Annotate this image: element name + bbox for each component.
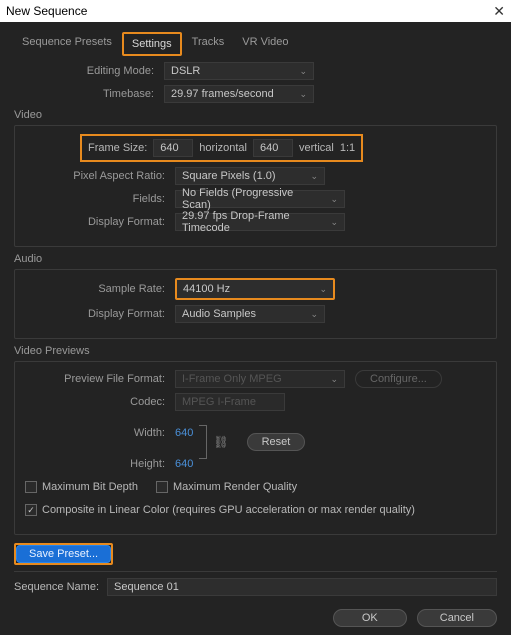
preview-width-input[interactable]: 640 <box>175 427 193 439</box>
preview-format-value: I-Frame Only MPEG <box>182 373 282 385</box>
linear-color-checkbox[interactable]: ✓ Composite in Linear Color (requires GP… <box>25 504 415 516</box>
audio-group: Sample Rate: 44100 Hz ⌄ Display Format: … <box>14 269 497 339</box>
display-format-video-select[interactable]: 29.97 fps Drop-Frame Timecode ⌄ <box>175 213 345 231</box>
label-display-format-a: Display Format: <box>25 308 175 320</box>
chevron-down-icon: ⌄ <box>330 374 338 385</box>
label-codec: Codec: <box>25 396 175 408</box>
frame-width-input[interactable] <box>153 139 193 157</box>
max-bit-depth-label: Maximum Bit Depth <box>42 481 138 493</box>
max-bit-depth-checkbox[interactable]: Maximum Bit Depth <box>25 481 138 493</box>
label-width: Width: <box>25 427 175 439</box>
link-icon[interactable]: ⛓ <box>213 435 228 449</box>
label-timebase: Timebase: <box>14 88 164 100</box>
section-video: Video <box>14 109 497 121</box>
highlight-save-preset: Save Preset... <box>14 543 113 565</box>
par-select[interactable]: Square Pixels (1.0) ⌄ <box>175 167 325 185</box>
chevron-down-icon: ⌄ <box>299 66 307 77</box>
aspect-ratio: 1:1 <box>340 142 355 154</box>
display-format-v-value: 29.97 fps Drop-Frame Timecode <box>182 210 322 234</box>
codec-value: MPEG I-Frame <box>182 396 256 408</box>
dialog-footer: OK Cancel <box>0 601 511 635</box>
timebase-value: 29.97 frames/second <box>171 88 274 100</box>
display-format-audio-select[interactable]: Audio Samples ⌄ <box>175 305 325 323</box>
checkbox-icon <box>25 481 37 493</box>
chevron-down-icon: ⌄ <box>310 309 318 320</box>
label-height: Height: <box>25 458 175 470</box>
tab-tracks[interactable]: Tracks <box>184 32 233 56</box>
chevron-down-icon: ⌄ <box>299 89 307 100</box>
linear-color-label: Composite in Linear Color (requires GPU … <box>42 504 415 516</box>
par-value: Square Pixels (1.0) <box>182 170 276 182</box>
cancel-button[interactable]: Cancel <box>417 609 497 627</box>
checkbox-icon <box>156 481 168 493</box>
highlight-sample-rate: 44100 Hz ⌄ <box>175 278 335 300</box>
tab-vr-video[interactable]: VR Video <box>234 32 296 56</box>
checkbox-icon: ✓ <box>25 504 37 516</box>
chevron-down-icon: ⌄ <box>330 217 338 228</box>
max-render-label: Maximum Render Quality <box>173 481 297 493</box>
highlight-settings-tab: Settings <box>122 32 182 56</box>
label-vertical: vertical <box>299 142 334 154</box>
label-par: Pixel Aspect Ratio: <box>25 170 175 182</box>
label-horizontal: horizontal <box>199 142 247 154</box>
tab-bar: Sequence Presets Settings Tracks VR Vide… <box>14 32 497 56</box>
window-title: New Sequence <box>6 4 87 18</box>
label-sample-rate: Sample Rate: <box>25 283 175 295</box>
codec-select: MPEG I-Frame <box>175 393 285 411</box>
bracket-icon <box>199 425 207 459</box>
timebase-select[interactable]: 29.97 frames/second ⌄ <box>164 85 314 103</box>
label-preview-format: Preview File Format: <box>25 373 175 385</box>
section-audio: Audio <box>14 253 497 265</box>
sequence-name-input[interactable] <box>107 578 497 596</box>
chevron-down-icon: ⌄ <box>310 171 318 182</box>
preview-format-select: I-Frame Only MPEG ⌄ <box>175 370 345 388</box>
display-format-a-value: Audio Samples <box>182 308 256 320</box>
video-group: Frame Size: horizontal vertical 1:1 Pixe… <box>14 125 497 247</box>
save-preset-button[interactable]: Save Preset... <box>16 545 111 563</box>
tab-sequence-presets[interactable]: Sequence Presets <box>14 32 120 56</box>
fields-value: No Fields (Progressive Scan) <box>182 187 322 211</box>
max-render-checkbox[interactable]: Maximum Render Quality <box>156 481 297 493</box>
title-bar: New Sequence ✕ <box>0 0 511 22</box>
frame-height-input[interactable] <box>253 139 293 157</box>
video-previews-group: Preview File Format: I-Frame Only MPEG ⌄… <box>14 361 497 535</box>
label-display-format-v: Display Format: <box>25 216 175 228</box>
configure-button: Configure... <box>355 370 442 388</box>
chevron-down-icon: ⌄ <box>319 284 327 295</box>
label-frame-size: Frame Size: <box>88 142 147 154</box>
label-sequence-name: Sequence Name: <box>14 581 107 593</box>
reset-button[interactable]: Reset <box>247 433 306 451</box>
editing-mode-value: DSLR <box>171 65 200 77</box>
close-icon[interactable]: ✕ <box>493 3 505 20</box>
ok-button[interactable]: OK <box>333 609 407 627</box>
sample-rate-select[interactable]: 44100 Hz ⌄ <box>177 280 333 298</box>
label-fields: Fields: <box>25 193 175 205</box>
section-video-previews: Video Previews <box>14 345 497 357</box>
tab-settings[interactable]: Settings <box>124 34 180 54</box>
fields-select[interactable]: No Fields (Progressive Scan) ⌄ <box>175 190 345 208</box>
sample-rate-value: 44100 Hz <box>183 283 230 295</box>
chevron-down-icon: ⌄ <box>330 194 338 205</box>
editing-mode-select[interactable]: DSLR ⌄ <box>164 62 314 80</box>
preview-height-input[interactable]: 640 <box>175 458 193 470</box>
highlight-frame-size: Frame Size: horizontal vertical 1:1 <box>80 134 363 162</box>
label-editing-mode: Editing Mode: <box>14 65 164 77</box>
